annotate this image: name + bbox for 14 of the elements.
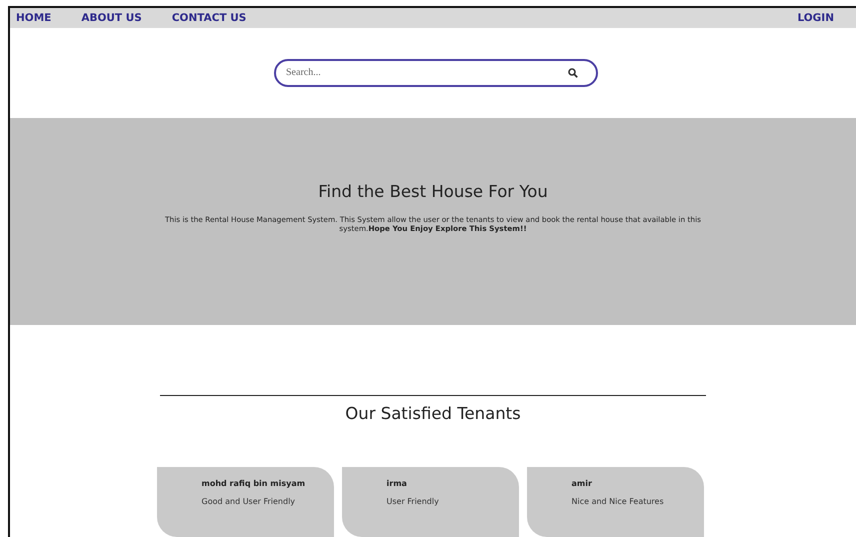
tenant-comment: User Friendly <box>386 497 440 506</box>
nav-link[interactable]: HOME <box>16 12 52 24</box>
tenant-name: mohd rafiq bin misyam <box>202 479 306 488</box>
hero-title: Find the Best House For You <box>318 182 548 201</box>
tenant-name: amir <box>572 479 593 488</box>
login-link[interactable]: LOGIN <box>797 12 834 24</box>
search-icon[interactable] <box>568 68 578 78</box>
tenant-comment: Nice and Nice Features <box>572 497 665 506</box>
search-field[interactable]: Search... <box>274 58 598 87</box>
nav-link[interactable]: ABOUT US <box>81 12 142 24</box>
tenant-name: irma <box>386 479 408 488</box>
nav-link[interactable]: CONTACT US <box>172 12 246 24</box>
section-heading: Our Satisfied Tenants <box>344 404 522 423</box>
tenant-comment: Good and User Friendly <box>202 497 296 506</box>
